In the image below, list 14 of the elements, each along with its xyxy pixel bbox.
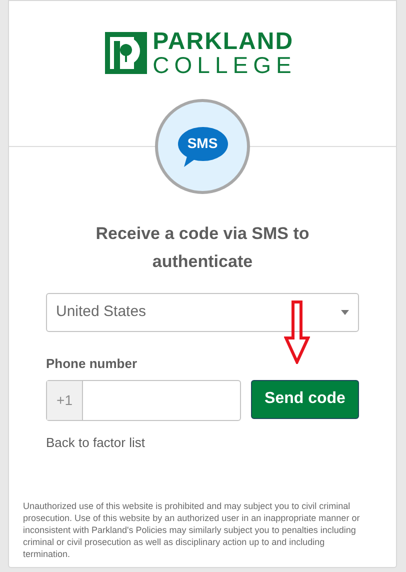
field-label: Phone number — [46, 355, 138, 373]
logo-text: COLLEGE — [152, 54, 296, 76]
sms-bubble: SMS — [178, 126, 228, 160]
country-select[interactable]: United States — [46, 293, 359, 332]
legal-notice: Unauthorized use of this website is prohibited and may subject you to civil criminal prosecution. Use of this website by an authorized user in an inappropriate manner or inconsistent with Parkland's Policies may similarly subject you to penalties including criminal or civil prosecution as well as disciplinary action up to and including termination. — [23, 500, 361, 560]
country-code-prefix: +1 — [47, 380, 83, 420]
logo-icon — [104, 32, 147, 74]
phone-input-field[interactable]: +1 — [46, 380, 241, 420]
heading: Receive a code via SMS to authenticate — [94, 223, 310, 273]
down-arrow-icon — [284, 300, 310, 364]
back-link[interactable]: Back to factor list — [46, 432, 145, 452]
dropdown-caret-icon — [341, 310, 349, 315]
logo-text: PARKLAND — [152, 30, 295, 54]
send-code-button[interactable]: Send code — [251, 380, 359, 418]
